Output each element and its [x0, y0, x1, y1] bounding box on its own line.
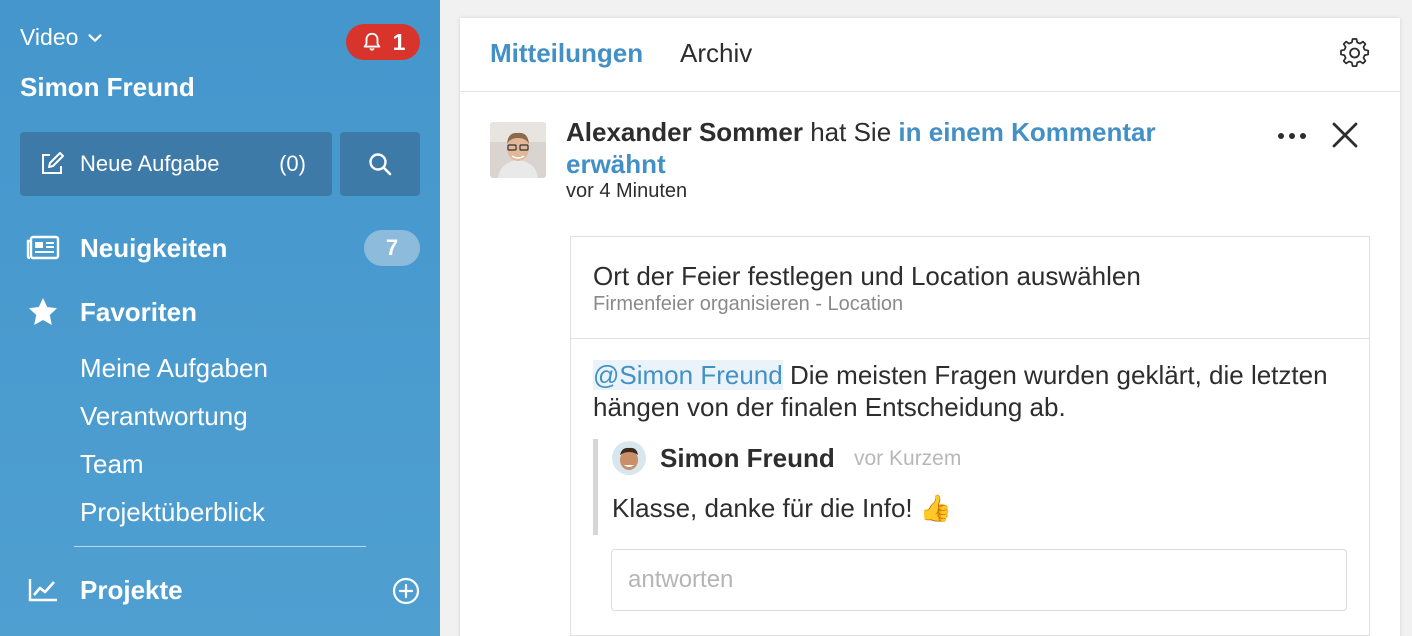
reply-avatar[interactable] [612, 441, 646, 475]
tab-notifications[interactable]: Mitteilungen [490, 38, 643, 69]
nav-projects[interactable]: Projekte [0, 565, 440, 615]
search-icon [369, 153, 392, 176]
nav-favorites-label: Favoriten [80, 296, 198, 327]
news-count-badge: 7 [364, 230, 420, 266]
bell-icon [363, 32, 380, 51]
panel-header: Mitteilungen Archiv [460, 18, 1400, 92]
task-subtitle: Firmenfeier organisieren - Location [593, 293, 904, 315]
mention-link[interactable]: @Simon Freund [593, 360, 783, 390]
tab-archive[interactable]: Archiv [680, 38, 752, 69]
star-icon [26, 295, 60, 329]
notification-time: vor 4 Minuten [566, 180, 688, 202]
nav-projects-label: Projekte [80, 574, 183, 605]
task-card: Ort der Feier festlegen und Location aus… [570, 236, 1370, 636]
new-task-count: (0) [279, 151, 306, 176]
favorites-item-responsibility[interactable]: Verantwortung [80, 401, 248, 432]
nav-news-label: Neuigkeiten [80, 232, 228, 263]
search-button[interactable] [340, 132, 420, 196]
more-options-icon[interactable] [1276, 126, 1308, 146]
favorites-item-team[interactable]: Team [80, 449, 144, 480]
close-icon[interactable] [1330, 120, 1360, 150]
nav-favorites[interactable]: Favoriten [0, 287, 440, 337]
reply-input[interactable] [611, 549, 1347, 611]
notifications-button[interactable]: 1 [346, 24, 420, 60]
sidebar: Video 1 Simon Freund Neue Aufgabe (0) Ne… [0, 0, 440, 636]
notification-actor[interactable]: Alexander Sommer [566, 117, 803, 147]
favorites-item-project-overview[interactable]: Projektüberblick [80, 497, 265, 528]
reply-author[interactable]: Simon Freund [660, 443, 835, 474]
reply-time: vor Kurzem [854, 447, 962, 470]
sidebar-divider [74, 546, 366, 547]
avatar[interactable] [490, 122, 546, 178]
favorites-item-my-tasks[interactable]: Meine Aufgaben [80, 353, 268, 384]
add-project-icon[interactable] [391, 576, 421, 606]
workspace-name: Video [20, 24, 79, 50]
comment-text: @Simon Freund Die meisten Fragen wurden … [593, 359, 1333, 423]
workspace-switcher[interactable]: Video [20, 24, 104, 51]
reply: Simon Freund vor Kurzem Klasse, danke fü… [593, 439, 1333, 535]
notification-count: 1 [392, 28, 406, 55]
gear-icon[interactable] [1340, 38, 1370, 68]
notification-text: Alexander Sommer hat Sie in einem Kommen… [566, 116, 1226, 180]
new-task-label: Neue Aufgabe [80, 151, 220, 176]
nav-news[interactable]: Neuigkeiten 7 [0, 223, 440, 273]
chart-line-icon [26, 573, 60, 607]
notifications-panel: Mitteilungen Archiv Alexander Sommer hat… [460, 18, 1400, 636]
notification-verb: hat Sie [810, 117, 892, 147]
edit-icon [42, 152, 64, 174]
newspaper-icon [26, 231, 60, 265]
task-header: Ort der Feier festlegen und Location aus… [571, 237, 1369, 339]
task-title[interactable]: Ort der Feier festlegen und Location aus… [593, 261, 1141, 292]
user-name[interactable]: Simon Freund [20, 72, 195, 103]
chevron-down-icon [88, 33, 102, 42]
new-task-button[interactable]: Neue Aufgabe (0) [20, 132, 332, 196]
reply-text: Klasse, danke für die Info! 👍 [612, 493, 953, 523]
